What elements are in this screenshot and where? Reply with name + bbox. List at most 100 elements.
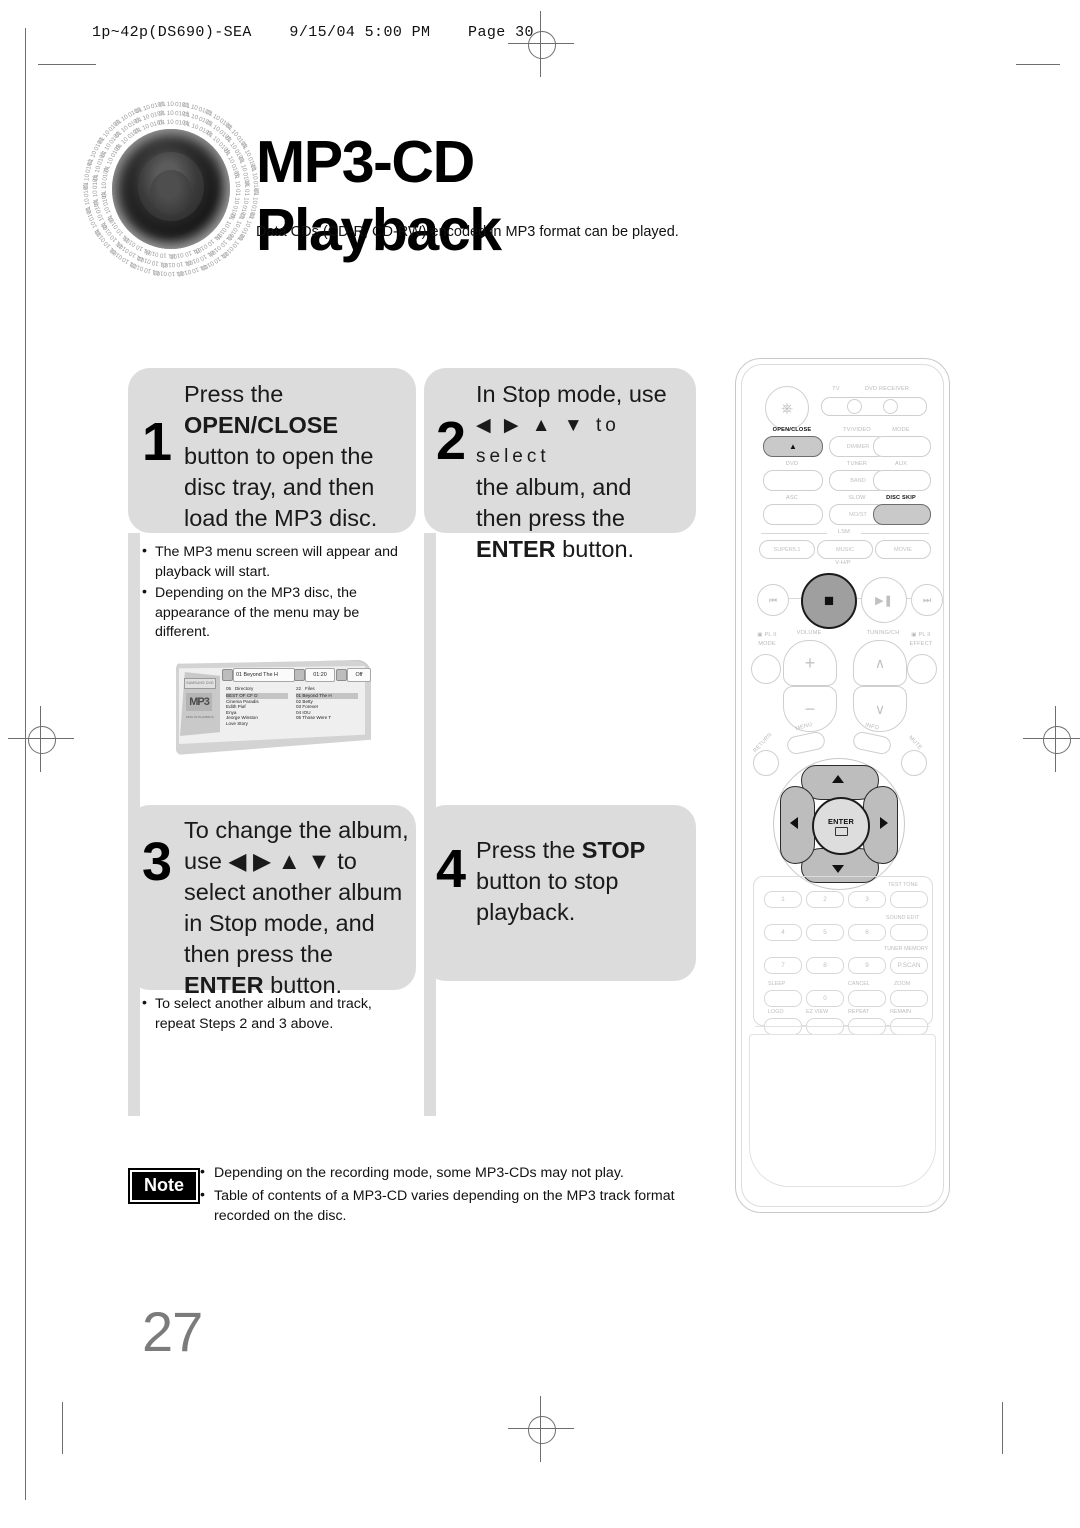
key-4[interactable]: 4: [764, 924, 802, 941]
key-6[interactable]: 6: [848, 924, 886, 941]
power-button[interactable]: ⎈: [765, 386, 809, 430]
open-close-label: OPEN/CLOSE: [772, 427, 812, 433]
previous-icon: ⏮: [768, 594, 778, 605]
dvd-source-label: DVD RECEIVER: [864, 386, 910, 392]
cancel-button[interactable]: [848, 990, 886, 1007]
step-1-bullets: The MP3 menu screen will appear and play…: [142, 542, 404, 645]
step-1-text: Press the OPEN/CLOSE button to open the …: [184, 379, 410, 534]
note-list: Depending on the recording mode, some MP…: [200, 1162, 700, 1229]
bullet-item: The MP3 menu screen will appear and play…: [142, 542, 404, 582]
registration-mark-bottom: [508, 1396, 574, 1462]
sleep-button[interactable]: [764, 990, 802, 1007]
tv-file-item[interactable]: 05 Those Were T: [296, 715, 358, 721]
step-4-box: 4 Press the STOP button to stop playback…: [424, 805, 696, 981]
key-7[interactable]: 7: [764, 957, 802, 974]
title-block: 01 10 0101 01 10 0101 01 10 0101 01 10 0101 01 10 0101…: [78, 96, 718, 286]
previous-button[interactable]: ⏮: [757, 584, 789, 616]
movie-button[interactable]: MOVIE: [875, 540, 931, 559]
tv-files-column: 22 Files 01 Beyond The H 02 Betty 03 For…: [296, 686, 358, 721]
manual-page: 1p~42p(DS690)-SEA 9/15/04 5:00 PM Page 3…: [0, 0, 1080, 1528]
open-close-button[interactable]: ▲: [763, 436, 823, 457]
volume-label: VOLUME: [796, 630, 822, 636]
step-1-line-3: button to open the: [184, 443, 374, 469]
test-tone-label: TEST TONE: [888, 882, 918, 888]
step-3-line-5: then press the: [184, 941, 333, 967]
dvd-button[interactable]: [763, 470, 823, 491]
step-1-box: 1 Press the OPEN/CLOSE button to open th…: [128, 368, 416, 533]
remote-control-illustration: ⎈ TV DVD RECEIVER OPEN/CLOSE ▲ TV/VIDEO …: [735, 358, 950, 1213]
pl2-effect-button[interactable]: [907, 654, 937, 684]
remote-lower-panel: [749, 1034, 936, 1187]
zoom-button[interactable]: [890, 990, 928, 1007]
tv-time-label: 01:20: [305, 668, 335, 682]
step-3-box: 3 To change the album, use ◀ ▶ ▲ ▼ to se…: [128, 805, 416, 998]
pl2-mode-button[interactable]: [751, 654, 781, 684]
remote-lower-divider: [755, 1026, 930, 1027]
step-1-line-5: load the MP3 disc.: [184, 505, 378, 531]
tv-source-label: TV: [832, 386, 840, 392]
enter-label: ENTER: [827, 816, 855, 826]
dpad-down-arrow-icon: [832, 865, 844, 873]
p-scan-button[interactable]: P.SCAN: [890, 957, 928, 974]
asc-label: ASC: [785, 495, 799, 501]
sound-edit-button[interactable]: [890, 924, 928, 941]
page-title: MP3-CD Playback: [256, 129, 502, 263]
step-2-number: 2: [436, 411, 467, 471]
return-button[interactable]: [753, 750, 779, 776]
asc-button[interactable]: [763, 504, 823, 525]
key-0[interactable]: 0: [806, 990, 844, 1007]
step-1-line-4: disc tray, and then: [184, 474, 375, 500]
note-item: Depending on the recording mode, some MP…: [200, 1162, 700, 1183]
step-1-line-1: Press the: [184, 381, 284, 407]
step-4-line-2: button to stop: [476, 868, 619, 894]
sleep-label: SLEEP: [768, 981, 786, 987]
super51-button[interactable]: SUPER5.1: [759, 540, 815, 559]
next-button[interactable]: ⏭: [911, 584, 943, 616]
volume-up-button[interactable]: +: [783, 640, 837, 686]
ez-view-label: EZ VIEW: [806, 1009, 829, 1015]
tv-files-header: 22 Files: [296, 686, 315, 691]
step-4-line-1: Press the STOP: [476, 837, 646, 863]
tv-directory-item[interactable]: Love Story: [226, 721, 288, 727]
test-tone-button[interactable]: [890, 891, 928, 908]
tuner-memory-label: TUNER MEMORY: [884, 946, 929, 952]
pl2-mode-label-top: ▣ PL II: [757, 632, 777, 638]
lsm-label: LSM: [837, 529, 851, 535]
clock-icon: [294, 669, 305, 681]
key-5[interactable]: 5: [806, 924, 844, 941]
step-1-number: 1: [142, 412, 173, 472]
key-8[interactable]: 8: [806, 957, 844, 974]
dpad-up-arrow-icon: [832, 775, 844, 783]
next-icon: ⏭: [922, 594, 932, 605]
zoom-label: ZOOM: [894, 981, 911, 987]
enter-button[interactable]: ENTER: [812, 797, 870, 855]
key-2[interactable]: 2: [806, 891, 844, 908]
dvd-label: DVD: [785, 461, 799, 467]
mode-button[interactable]: [873, 436, 931, 457]
lsm-rule-right: [861, 533, 929, 534]
play-pause-button[interactable]: ▶❚: [861, 577, 907, 623]
aux-button[interactable]: [873, 470, 931, 491]
mode-label: MODE: [892, 427, 910, 433]
disc-skip-button[interactable]: [873, 504, 931, 525]
music-button[interactable]: MUSIC: [817, 540, 873, 559]
repeat-icon: [336, 669, 347, 681]
key-9[interactable]: 9: [848, 957, 886, 974]
mute-button[interactable]: [901, 750, 927, 776]
navigation-dpad: ENTER: [773, 758, 905, 890]
tv-topbar: 01 Beyond The H 01:20 Off: [222, 668, 371, 682]
page-number: 27: [142, 1300, 203, 1363]
key-3[interactable]: 3: [848, 891, 886, 908]
source-select-switch[interactable]: [821, 397, 927, 416]
step-2-line-2: ◀ ▶ ▲ ▼ to select: [476, 415, 620, 467]
pl2-effect-label-top: ▣ PL II: [911, 632, 931, 638]
vhp-label: V-H/P: [835, 560, 851, 566]
dvd-source-dot[interactable]: [883, 399, 898, 414]
crop-mark-left-v: [25, 28, 26, 1500]
stop-button[interactable]: ■: [801, 573, 857, 629]
key-1[interactable]: 1: [764, 891, 802, 908]
tv-source-dot[interactable]: [847, 399, 862, 414]
step-2-line-1: In Stop mode, use: [476, 381, 667, 407]
step-3-line-1: To change the album,: [184, 817, 409, 843]
crop-mark-bottom-left: [62, 1402, 63, 1454]
